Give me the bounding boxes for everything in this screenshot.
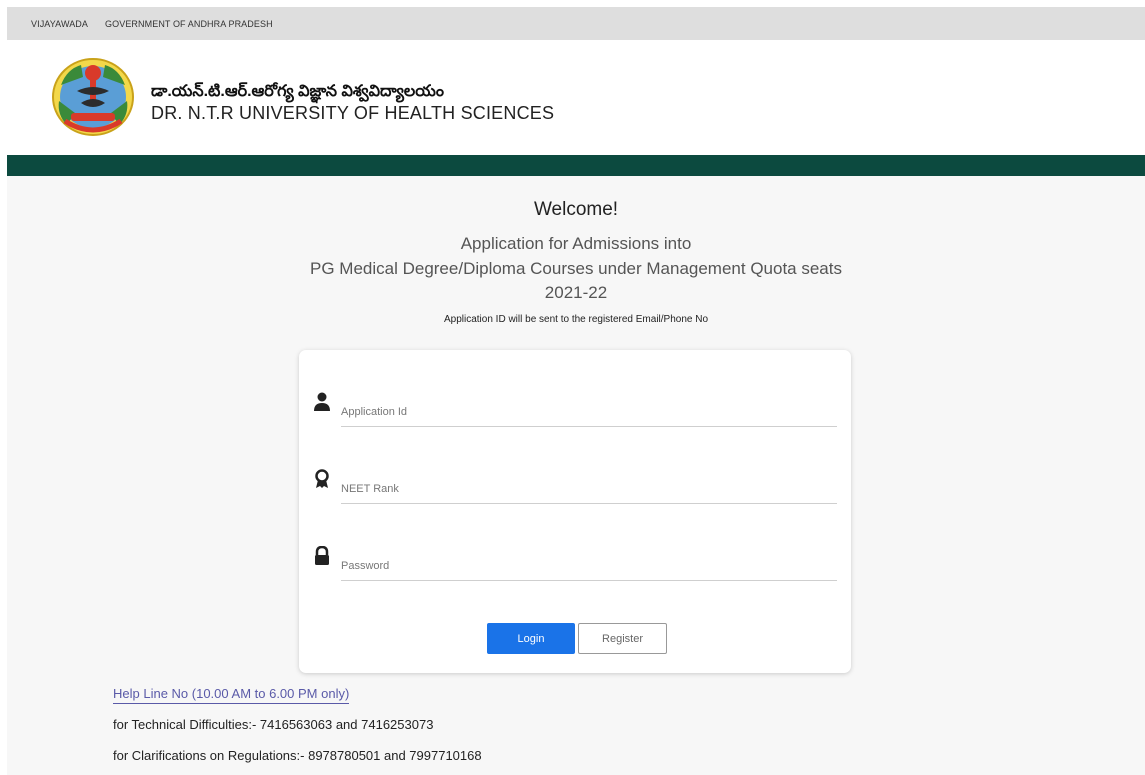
- header-band: [7, 155, 1145, 176]
- neet-rank-field-row: [299, 457, 851, 517]
- page: VIJAYAWADA GOVERNMENT OF ANDHRA PRADESH …: [7, 7, 1145, 775]
- application-id-note: Application ID will be sent to the regis…: [443, 314, 709, 325]
- login-button[interactable]: Login: [487, 623, 575, 654]
- university-name-english: DR. N.T.R UNIVERSITY OF HEALTH SCIENCES: [151, 103, 555, 123]
- neet-rank-input[interactable]: [341, 474, 837, 504]
- helpline-link[interactable]: Help Line No (10.00 AM to 6.00 PM only): [113, 686, 350, 704]
- welcome-heading: Welcome!: [533, 199, 619, 220]
- application-id-input[interactable]: [341, 397, 837, 427]
- password-field-row: [299, 534, 851, 594]
- user-icon: [314, 392, 330, 411]
- subtitle-line-1: Application for Admissions into: [460, 234, 692, 253]
- password-input[interactable]: [341, 551, 837, 581]
- top-bar: VIJAYAWADA GOVERNMENT OF ANDHRA PRADESH: [7, 7, 1145, 40]
- subtitle-line-3: 2021-22: [544, 283, 608, 302]
- topbar-link-vijayawada[interactable]: VIJAYAWADA: [31, 19, 88, 29]
- register-button[interactable]: Register: [578, 623, 667, 654]
- login-card: Login Register: [299, 350, 851, 673]
- application-id-field-row: [299, 380, 851, 440]
- technical-contact: for Technical Difficulties:- 7416563063 …: [113, 717, 434, 732]
- site-header: డా.యన్.టి.ఆర్.ఆరోగ్య విజ్ఞాన విశ్వవిద్యా…: [7, 40, 1145, 155]
- award-icon: [315, 469, 329, 488]
- topbar-link-government[interactable]: GOVERNMENT OF ANDHRA PRADESH: [105, 19, 273, 29]
- lock-icon: [315, 546, 329, 565]
- university-name-telugu: డా.యన్.టి.ఆర్.ఆరోగ్య విజ్ఞాన విశ్వవిద్యా…: [151, 83, 444, 100]
- subtitle-line-2: PG Medical Degree/Diploma Courses under …: [310, 259, 842, 278]
- clarifications-contact: for Clarifications on Regulations:- 8978…: [113, 748, 482, 763]
- university-logo: [52, 58, 134, 136]
